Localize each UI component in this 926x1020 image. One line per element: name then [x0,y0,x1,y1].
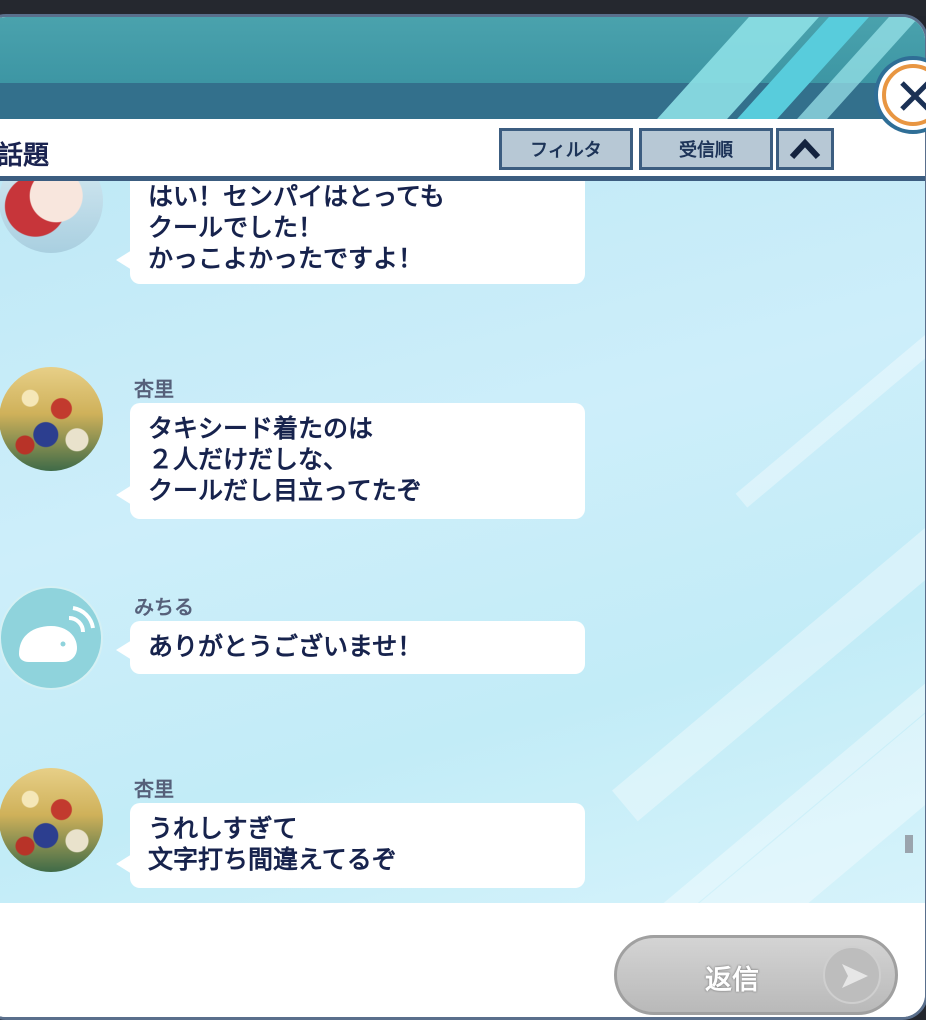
message-bubble: はい！センパイはとっても クールでした！ かっこよかったですよ！ [116,181,585,284]
close-icon [900,81,926,111]
reply-button[interactable]: 返信 [614,935,898,1015]
avatar[interactable] [0,586,103,690]
page-title: 話題 [0,141,50,171]
send-arrow-icon [823,946,881,1004]
chevron-up-icon [789,138,821,160]
avatar[interactable] [0,768,103,872]
toolbar: 話題 フィルタ 受信順 [0,119,925,181]
sort-order-button[interactable]: 受信順 [639,128,773,170]
footer-bar: 返信 [0,903,925,1017]
message-list[interactable]: はい！センパイはとっても クールでした！ かっこよかったですよ！ 杏里 タキシー… [0,181,925,903]
sender-name: みちる [134,595,194,619]
scroll-up-button[interactable] [776,128,834,170]
whale-icon [19,606,95,662]
message-bubble: うれしすぎて 文字打ち間違えてるぞ [116,803,585,888]
sender-name: 杏里 [134,377,174,401]
sender-name: 杏里 [134,777,174,801]
message-bubble: ありがとうございませ！ [116,621,585,674]
reply-label: 返信 [705,965,759,996]
background-stripe [735,181,925,508]
scrollbar-thumb[interactable] [905,835,913,853]
topic-chat-panel: 話題 フィルタ 受信順 はい！センパイはとっても クールでした！ かっこよかった… [0,14,926,1020]
avatar[interactable] [0,367,103,471]
avatar[interactable] [0,181,103,253]
filter-button[interactable]: フィルタ [499,128,633,170]
message-bubble: タキシード着たのは ２人だけだしな、 クールだし目立ってたぞ [116,403,585,519]
background-stripe [662,484,925,903]
